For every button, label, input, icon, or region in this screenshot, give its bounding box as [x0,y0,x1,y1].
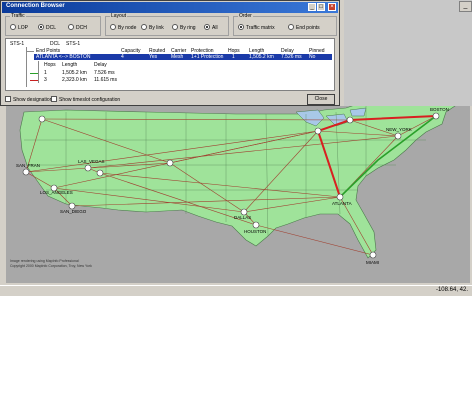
node-denver [166,159,174,167]
dialog-titlebar[interactable]: Connection Browser _ □ × [2,2,338,13]
route-color-red [30,80,38,81]
node-detroit [346,116,354,124]
dialog-title: Connection Browser [6,3,65,9]
maximize-icon[interactable]: □ [317,3,325,11]
radio-dcl[interactable]: DCL [38,24,56,31]
node-san-fran [22,168,30,176]
network-map[interactable]: SAN_FRAN LOS_ANGELES SAN_DIEGO LAS_VEGAS… [6,106,470,283]
us-map-svg: SAN_FRAN LOS_ANGELES SAN_DIEGO LAS_VEGAS… [10,106,456,268]
route-2-hops[interactable]: 3 [44,77,47,83]
layout-group: Layout By node By link By ring All [105,13,229,36]
node-las-vegas [84,164,92,172]
route-2-length: 2,323.0 km [62,77,87,83]
radio-traffic-matrix[interactable]: Traffic matrix [238,24,275,31]
city-label: ATLANTA [332,201,352,206]
node-houston [252,221,260,229]
length-value: 1,505.2 km [249,54,274,60]
connection-tree[interactable]: STS-1 DCL STS-1 End Points Capacity Rout… [5,38,335,91]
traffic-group-label: Traffic [10,13,26,19]
minimize-icon[interactable]: _ [308,3,316,11]
route-1-hops[interactable]: 1 [44,70,47,76]
traffic-group: Traffic LOP DCL DCH [5,13,101,36]
endpoints-value: ATLANTA <--> BOSTON [36,54,91,60]
delay-value: 7.526 ms [281,54,302,60]
radio-dch[interactable]: DCH [68,24,87,31]
route-color-green [30,73,38,74]
node-boston [432,112,440,120]
tree-sts[interactable]: STS-1 [66,41,80,47]
layout-group-label: Layout [110,13,128,19]
radio-by-ring[interactable]: By ring [172,24,196,31]
radio-end-points[interactable]: End points [288,24,320,31]
route-1-delay: 7.526 ms [94,70,115,76]
route-col-delay: Delay [94,62,107,68]
city-label: DALLAS [234,215,251,220]
node-sea [38,115,46,123]
carrier-value: Mesh [171,54,184,60]
city-label: SAN_DIEGO [60,209,87,214]
tree-dcl[interactable]: DCL [50,41,60,47]
coordinate-readout: -108.64, 42. [435,287,468,293]
city-label: MIAMI [366,260,379,265]
city-label: LAS_VEGAS [78,159,105,164]
status-bar: -108.64, 42. [0,285,472,296]
node-phx [96,169,104,177]
node-new-york [394,132,402,140]
selected-connection-row[interactable]: ATLANTA <--> BOSTON 4 Yes Mesh 1+1 Prote… [34,54,332,60]
routed-value: Yes [149,54,158,60]
node-chicago [314,127,322,135]
tree-connector [26,51,34,52]
radio-by-link[interactable]: By link [141,24,164,31]
order-group: Order Traffic matrix End points [233,13,337,36]
pinned-value: No [309,54,316,60]
radio-all[interactable]: All [204,24,218,31]
tree-connector [38,61,39,83]
map-copyright: Image rendering using MapInfo Profession… [10,259,79,263]
tree-root[interactable]: STS-1 [10,41,24,47]
show-designations-checkbox[interactable]: Show designations [5,96,55,103]
minimize-button[interactable]: _ [459,1,472,12]
route-1-length: 1,505.2 km [62,70,87,76]
city-label: LOS_ANGELES [40,190,73,195]
close-button[interactable]: Close [307,94,335,105]
city-label: HOUSTON [244,229,266,234]
route-2-delay: 11.615 ms [94,77,117,83]
map-copyright: Copyright 2000 MapInfo Corporation, Troy… [10,264,92,268]
radio-lop[interactable]: LOP [10,24,28,31]
tree-connector [26,47,27,87]
app-background [344,0,472,106]
connection-browser-dialog: Connection Browser _ □ × Traffic LOP DCL… [0,0,340,106]
capacity-value: 4 [121,54,124,60]
show-timeslot-checkbox[interactable]: Show timeslot configuration [51,96,120,103]
radio-by-node[interactable]: By node [110,24,136,31]
hops-value: 1 [232,54,235,60]
route-col-hops: Hops [44,62,56,68]
node-atlanta [336,193,344,201]
order-group-label: Order [238,13,253,19]
city-label: NEW_YORK [386,127,412,132]
route-col-length: Length [62,62,78,68]
protection-value: 1+1 Protection [191,54,224,60]
node-miami [369,251,377,259]
city-label: SAN_FRAN [16,163,40,168]
close-icon[interactable]: × [328,3,336,11]
city-label: BOSTON [430,107,449,112]
